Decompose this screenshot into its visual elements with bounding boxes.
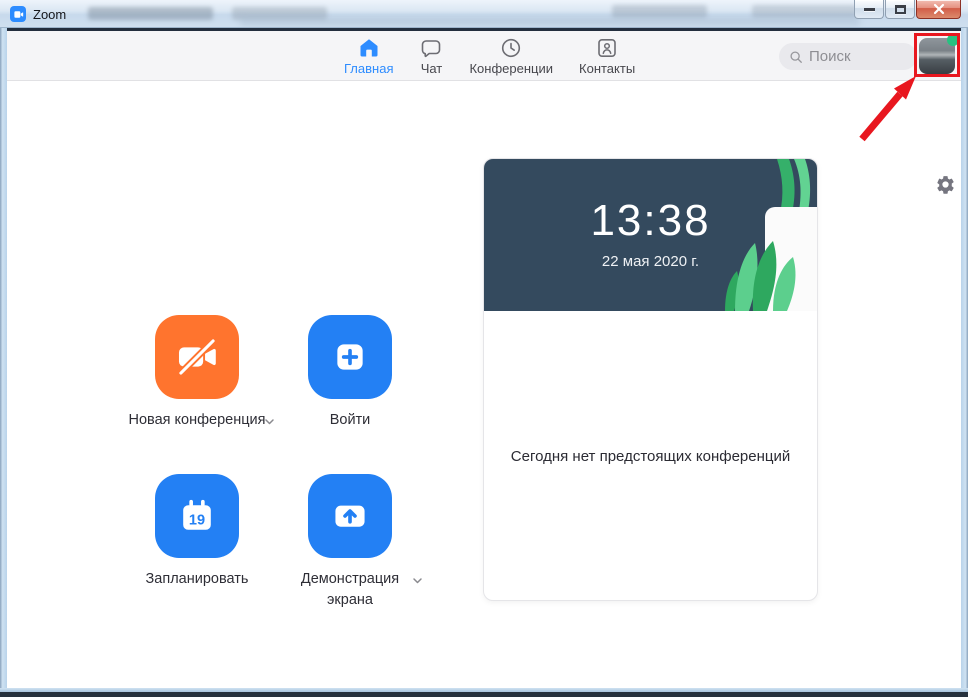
app-header: Главная Чат Конференции Контакты Поиск — [7, 31, 961, 81]
tab-home[interactable]: Главная — [344, 36, 393, 76]
tab-meetings[interactable]: Конференции — [469, 36, 553, 76]
calendar-day-number: 19 — [189, 512, 205, 528]
maximize-icon — [894, 4, 906, 14]
window-border — [0, 28, 7, 692]
background-window-smudge — [88, 7, 213, 20]
clock-date: 22 мая 2020 г. — [601, 253, 700, 270]
search-input[interactable] — [809, 48, 909, 65]
clock-banner: 13:38 22 мая 2020 г. — [484, 159, 817, 311]
join-label: Войти — [329, 412, 371, 428]
maximize-button[interactable] — [885, 0, 915, 19]
settings-gear-icon[interactable] — [935, 174, 956, 195]
clock-block: 13:38 22 мая 2020 г. — [484, 196, 817, 271]
home-icon — [360, 39, 378, 57]
annotation-arrow — [859, 76, 916, 142]
window-titlebar: Zoom — [0, 0, 968, 28]
window-title: Zoom — [33, 7, 67, 22]
chat-icon — [422, 40, 441, 58]
upcoming-meetings-card: 13:38 22 мая 2020 г. Сегодня нет предсто… — [483, 158, 818, 601]
tab-meetings-label: Конференции — [469, 61, 554, 76]
share-screen-icon — [335, 505, 365, 527]
share-screen-label: Демонстрация экрана — [300, 571, 400, 609]
calendar-icon: 19 — [183, 499, 211, 530]
zoom-app-icon — [10, 6, 26, 22]
schedule-button[interactable]: 19 — [155, 474, 239, 558]
schedule-label: Запланировать — [145, 571, 249, 587]
tab-contacts[interactable]: Контакты — [579, 36, 635, 76]
meetings-list-empty: Сегодня нет предстоящих конференций — [484, 311, 817, 600]
share-screen-button[interactable] — [308, 474, 392, 558]
plus-icon — [337, 344, 363, 370]
window-controls — [854, 0, 961, 19]
tab-home-label: Главная — [344, 61, 394, 76]
window-border — [961, 28, 968, 692]
minimize-button[interactable] — [854, 0, 884, 19]
minimize-icon — [863, 7, 875, 11]
meetings-clock-icon — [502, 38, 521, 58]
new-meeting-label: Новая конференция — [128, 412, 266, 428]
no-meetings-message: Сегодня нет предстоящих конференций — [510, 448, 791, 465]
new-meeting-button[interactable] — [155, 315, 239, 399]
background-window-smudge — [240, 17, 860, 26]
tab-contacts-label: Контакты — [579, 61, 636, 76]
close-button[interactable] — [916, 0, 961, 19]
home-content: Новая конференция Войти 19 Запланировать — [7, 82, 961, 688]
join-button[interactable] — [308, 315, 392, 399]
main-tabs: Главная Чат Конференции Контакты — [344, 31, 635, 81]
tab-chat-label: Чат — [420, 61, 443, 76]
close-icon — [933, 3, 944, 15]
chevron-down-icon[interactable] — [263, 415, 276, 428]
desktop-screen: Zoom Главная Чат Конференции Контакты По… — [0, 0, 968, 697]
tab-chat[interactable]: Чат — [419, 36, 443, 76]
taskbar-edge — [0, 692, 968, 697]
contacts-icon — [598, 38, 616, 57]
chevron-down-icon[interactable] — [411, 574, 424, 587]
clock-time: 13:38 — [590, 196, 711, 245]
video-camera-off-icon — [178, 338, 216, 376]
search-icon — [790, 50, 802, 63]
